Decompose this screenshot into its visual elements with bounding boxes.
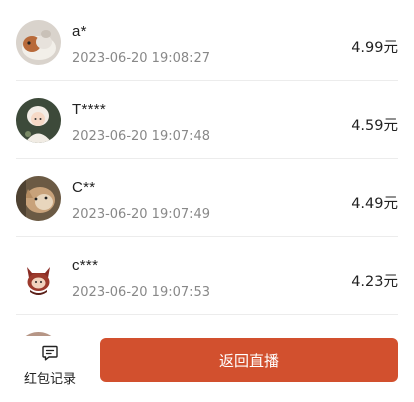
list-item[interactable]: C** 2023-06-20 19:07:49 4.49元	[16, 159, 398, 237]
record-time: 2023-06-20 19:07:53	[72, 285, 211, 300]
record-amount: 4.49元	[351, 196, 398, 212]
user-name: a*	[72, 23, 87, 40]
user-name: C**	[72, 179, 96, 196]
record-amount: 4.23元	[351, 274, 398, 290]
user-name: c***	[72, 257, 99, 274]
bottom-action-bar: 红包记录 返回直播	[0, 336, 414, 402]
list-item[interactable]: T**** 2023-06-20 19:07:48 4.59元	[16, 81, 398, 159]
record-amount: 4.59元	[351, 118, 398, 134]
red-packet-records-button[interactable]: 红包记录	[18, 342, 82, 394]
record-time: 2023-06-20 19:08:27	[72, 51, 211, 66]
guinea-pig-avatar	[16, 20, 61, 65]
list-item[interactable]: c*** 2023-06-20 19:07:53 4.23元	[16, 237, 398, 315]
user-name: T****	[72, 101, 107, 118]
red-packet-records-label: 红包记录	[23, 372, 76, 387]
cartoon-character-avatar	[16, 254, 61, 299]
cat-avatar	[16, 176, 61, 221]
back-to-live-button[interactable]: 返回直播	[100, 338, 398, 382]
message-note-icon	[42, 345, 58, 361]
list-item[interactable]: a* 2023-06-20 19:08:27 4.99元	[16, 3, 398, 81]
record-time: 2023-06-20 19:07:49	[72, 207, 211, 222]
record-time: 2023-06-20 19:07:48	[72, 129, 211, 144]
cartoon-child-avatar	[16, 98, 61, 143]
record-amount: 4.99元	[351, 40, 398, 56]
